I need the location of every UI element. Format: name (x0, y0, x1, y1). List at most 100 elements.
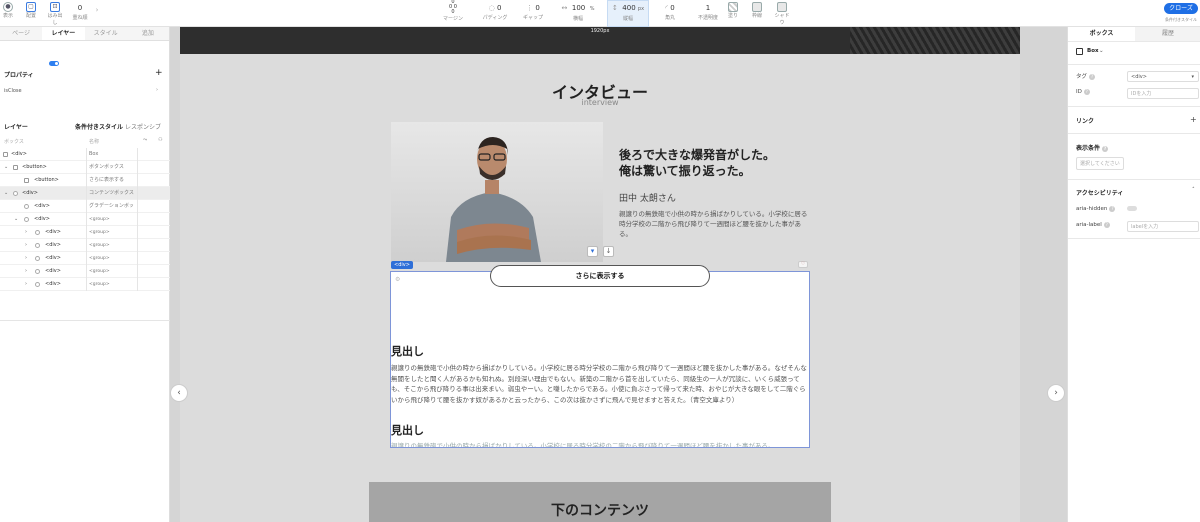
tag-select[interactable]: <div> ▾ (1127, 71, 1199, 82)
conditional-style-tab[interactable]: 条件付きスタイル (75, 122, 123, 131)
responsive-tab[interactable]: レスポンシブ (125, 122, 161, 131)
column-divider (137, 239, 138, 252)
gear-icon[interactable]: ⚙ (395, 276, 400, 283)
fill-label: 塗り (727, 13, 738, 19)
help-icon[interactable]: ? (1102, 146, 1109, 152)
stacking-value[interactable]: 0 (72, 2, 88, 14)
arrange-tool[interactable]: ▢ 配置 (24, 2, 38, 19)
arrow-down-icon[interactable]: ↓ (603, 246, 614, 257)
width-value[interactable]: 100 (572, 4, 585, 12)
gap-tool[interactable]: ⋮ 0 ギャップ (519, 2, 547, 21)
chevron-right-icon[interactable]: › (25, 239, 27, 252)
chevron-right-icon[interactable]: › (25, 278, 27, 291)
layer-name: ボタンボックス (89, 164, 124, 170)
group-icon[interactable]: ⚇ (158, 137, 162, 143)
canvas[interactable]: 1920px インタビュー interview 後ろで大きな爆発音がした。 俺は… (170, 27, 1067, 522)
checkbox-icon[interactable] (24, 178, 29, 183)
layer-row[interactable]: <div> グラデーションボッ (0, 200, 170, 213)
aria-hidden-toggle[interactable] (1127, 206, 1137, 211)
chevron-down-icon[interactable]: ⌄ (4, 187, 8, 200)
column-divider (86, 252, 87, 265)
add-link-button[interactable]: + (1190, 115, 1197, 124)
box-type-label[interactable]: Box (1087, 48, 1099, 54)
gap-value[interactable]: 0 (535, 4, 539, 12)
layer-row[interactable]: › <div> <group> (0, 252, 170, 265)
tab-add[interactable]: 追加 (126, 27, 169, 40)
property-chevron-icon[interactable]: › (156, 87, 158, 93)
checkbox-icon[interactable] (3, 152, 8, 157)
help-icon[interactable]: ? (1083, 89, 1090, 95)
content-box-selected[interactable]: ⚙ (390, 271, 810, 448)
layer-row[interactable]: › <div> <group> (0, 265, 170, 278)
layer-row[interactable]: › <div> <group> (0, 278, 170, 291)
stacking-tool[interactable]: 0 重ね順 (72, 2, 88, 21)
opacity-value[interactable]: 1 (696, 2, 720, 14)
help-icon[interactable]: ? (1109, 206, 1116, 212)
circle-icon (35, 230, 40, 235)
opacity-tool[interactable]: 1 不透明度 (696, 2, 720, 21)
chevron-right-icon[interactable]: › (25, 265, 27, 278)
layer-row[interactable]: › <div> <group> (0, 226, 170, 239)
layer-tag: <div> (45, 268, 61, 274)
chevron-right-icon[interactable]: › (25, 252, 27, 265)
selected-element-tag[interactable]: <div> (391, 261, 413, 269)
chevron-right-icon[interactable]: › (25, 226, 27, 239)
tab-layers[interactable]: レイヤー (42, 27, 85, 40)
chevron-right-icon[interactable]: › (94, 6, 100, 14)
element-options-icon[interactable]: ♡ (798, 261, 808, 268)
margin-bottom-value[interactable]: 0 (440, 10, 466, 15)
checkbox-icon[interactable] (13, 165, 18, 170)
isclose-toggle[interactable] (49, 61, 59, 66)
show-more-button[interactable]: さらに表示する (490, 265, 710, 287)
padding-value[interactable]: 0 (497, 4, 501, 12)
display-tool[interactable]: ● 表示 (2, 2, 14, 19)
tab-style[interactable]: スタイル (84, 27, 127, 40)
aria-label-input[interactable]: labelを入力 (1127, 221, 1199, 232)
layer-name: <group> (89, 230, 110, 235)
move-up-icon[interactable]: ▾ (587, 246, 598, 257)
display-condition-select[interactable]: 選択してください (1076, 157, 1124, 170)
tab-page[interactable]: ページ (0, 27, 43, 40)
layer-row[interactable]: <button> さらに表示する (0, 174, 170, 187)
add-property-button[interactable]: + (155, 68, 163, 78)
close-button[interactable]: クローズ (1164, 3, 1198, 14)
prev-arrow-button[interactable]: ‹ (170, 384, 188, 402)
id-input[interactable]: IDを入力 (1127, 88, 1199, 99)
chevron-up-icon[interactable]: ˄ (1192, 187, 1195, 193)
overflow-tool[interactable]: ⊡ はみ出し (46, 2, 64, 26)
radius-value[interactable]: 0 (670, 4, 674, 12)
fill-tool[interactable]: 塗り (727, 2, 739, 19)
layer-row[interactable]: › <div> <group> (0, 239, 170, 252)
layer-tag: <button> (34, 177, 59, 183)
layer-row-selected[interactable]: ⌄ <div> コンテンツボックス (0, 187, 170, 200)
circle-icon (35, 243, 40, 248)
padding-tool[interactable]: ◌ 0 パディング (480, 2, 510, 21)
chevron-down-icon[interactable]: ⌄ (4, 161, 8, 174)
help-icon[interactable]: ? (1103, 222, 1110, 228)
section-heading: 見出し (391, 345, 424, 358)
chevron-down-icon[interactable]: ⌄ (1099, 48, 1104, 54)
layer-name: Box (89, 151, 99, 157)
height-tool[interactable]: ↕ 400 px 縦幅 (607, 2, 649, 22)
layer-tool-icon[interactable]: ⤳ (143, 137, 147, 143)
height-value[interactable]: 400 (622, 4, 635, 12)
margin-tool[interactable]: 0 0 0 0 マージン (440, 0, 466, 22)
display-condition-title: 表示条件? (1076, 143, 1109, 152)
right-panel: ボックス 履歴 Box ⌄ タグ? <div> ▾ ID? IDを入力 リンク +… (1067, 27, 1200, 522)
layer-row[interactable]: <div> Box (0, 148, 170, 161)
tab-box[interactable]: ボックス (1068, 27, 1135, 41)
radius-tool[interactable]: ◜ 0 角丸 (657, 2, 683, 21)
layer-row[interactable]: ⌄ <div> <group> (0, 213, 170, 226)
layer-row[interactable]: ⌄ <button> ボタンボックス (0, 161, 170, 174)
tab-history[interactable]: 履歴 (1135, 27, 1200, 41)
chevron-down-icon[interactable]: ⌄ (14, 213, 18, 226)
width-tool[interactable]: ↔ 100 % 横幅 (555, 2, 601, 22)
next-arrow-button[interactable]: › (1047, 384, 1065, 402)
width-unit[interactable]: % (590, 6, 595, 12)
border-tool[interactable]: 枠線 (751, 2, 763, 19)
height-unit[interactable]: px (638, 6, 644, 12)
shadow-tool[interactable]: シャドウ (774, 2, 790, 26)
column-divider (86, 226, 87, 239)
help-icon[interactable]: ? (1089, 74, 1096, 80)
column-divider (137, 174, 138, 187)
